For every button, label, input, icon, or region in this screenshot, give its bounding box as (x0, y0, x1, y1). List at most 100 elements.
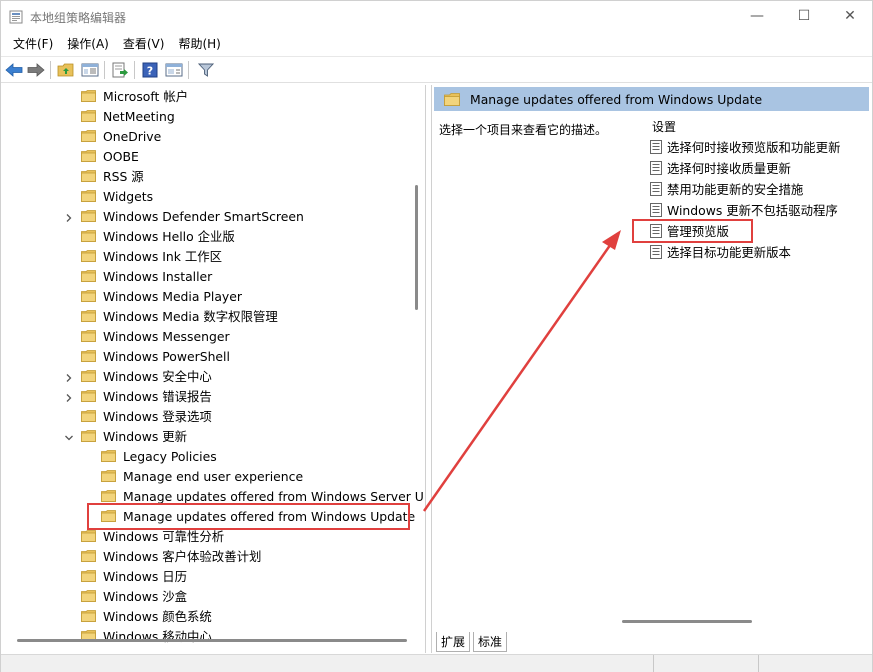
help-button[interactable]: ? (140, 60, 160, 80)
tree-expander[interactable] (64, 391, 74, 403)
tree-expander[interactable] (64, 211, 74, 223)
tree-item[interactable]: Manage end user experience (101, 466, 303, 486)
tree-expander[interactable] (64, 431, 74, 441)
setting-item[interactable]: 选择目标功能更新版本 (650, 242, 791, 262)
chevron-right-icon[interactable] (64, 373, 74, 383)
tree-item[interactable]: RSS 源 (81, 166, 144, 186)
chevron-right-icon[interactable] (64, 213, 74, 223)
window-title: 本地组策略编辑器 (30, 11, 127, 25)
tree-item-selected[interactable]: Manage updates offered from Windows Upda… (101, 506, 415, 526)
tree-item[interactable]: Microsoft 帐户 (81, 86, 188, 106)
tree-horizontal-scrollbar[interactable] (1, 633, 425, 647)
tree-item-label: Windows 沙盒 (103, 589, 188, 604)
minimize-icon: — (750, 8, 764, 24)
tree-horizontal-scroll-thumb[interactable] (17, 639, 407, 642)
tree-item[interactable]: Windows 客户体验改善计划 (81, 546, 261, 566)
tree-item[interactable]: Windows Media 数字权限管理 (81, 306, 278, 326)
toolbar-separator (50, 61, 51, 79)
tree-item[interactable]: Windows 更新 (65, 426, 188, 446)
setting-label: 选择目标功能更新版本 (667, 245, 791, 260)
tree-vertical-scrollbar[interactable] (411, 85, 421, 625)
tree-item[interactable]: Widgets (81, 186, 153, 206)
back-button[interactable] (4, 60, 24, 80)
policy-setting-icon (650, 245, 662, 259)
tree-item[interactable]: Windows Media Player (81, 286, 242, 306)
folder-icon (81, 370, 96, 382)
filter-button[interactable] (196, 60, 216, 80)
tree-item[interactable]: Windows 日历 (81, 566, 187, 586)
toolbar: ? (1, 56, 872, 83)
setting-item[interactable]: Windows 更新不包括驱动程序 (650, 200, 838, 220)
up-folder-button[interactable] (56, 60, 76, 80)
folder-icon (101, 470, 116, 482)
chevron-right-icon[interactable] (64, 393, 74, 403)
group-policy-editor-window: 本地组策略编辑器 — ☐ ✕ 文件(F) 操作(A) 查看(V) 帮助(H) ? (0, 0, 873, 672)
tree-item[interactable]: Manage updates offered from Windows Serv… (101, 486, 424, 506)
tree-item[interactable]: NetMeeting (81, 106, 175, 126)
menu-action[interactable]: 操作(A) (60, 34, 116, 54)
tree-item[interactable]: Windows Messenger (81, 326, 230, 346)
tree-item[interactable]: Windows PowerShell (81, 346, 230, 366)
tree-item-label: Windows Hello 企业版 (103, 229, 235, 244)
menu-help[interactable]: 帮助(H) (171, 34, 227, 54)
svg-text:?: ? (147, 65, 153, 78)
tree-item-label: Manage updates offered from Windows Serv… (123, 488, 424, 504)
export-list-button[interactable] (110, 60, 130, 80)
filter-icon (198, 63, 214, 77)
tree-item[interactable]: Windows 颜色系统 (81, 606, 212, 626)
forward-button[interactable] (26, 60, 46, 80)
status-divider (758, 655, 759, 672)
folder-icon (81, 530, 96, 542)
setting-item[interactable]: 禁用功能更新的安全措施 (650, 179, 803, 199)
tree-item-label: Windows Messenger (103, 328, 230, 344)
tree-item[interactable]: Windows Hello 企业版 (81, 226, 235, 246)
maximize-button[interactable]: ☐ (781, 1, 827, 31)
show-hide-tree-button[interactable] (80, 60, 100, 80)
setting-item[interactable]: 选择何时接收预览版和功能更新 (650, 137, 840, 157)
tree-item[interactable]: OOBE (81, 146, 139, 166)
menu-view[interactable]: 查看(V) (116, 34, 172, 54)
description-text: 选择一个项目来查看它的描述。 (439, 123, 608, 137)
details-horizontal-scroll-thumb[interactable] (622, 620, 752, 623)
tree-pane[interactable]: Microsoft 帐户 NetMeeting OneDrive OOBE RSS 源 W… (1, 85, 426, 653)
chevron-down-icon[interactable] (64, 433, 74, 443)
tree-item-label: Windows 更新 (103, 429, 188, 444)
tree-item[interactable]: Windows 可靠性分析 (81, 526, 224, 546)
view-tabs: 扩展 标准 (431, 632, 872, 653)
policy-setting-icon (650, 203, 662, 217)
tree-item-label: Windows 颜色系统 (103, 609, 212, 624)
maximize-icon: ☐ (797, 8, 811, 24)
setting-item[interactable]: 选择何时接收质量更新 (650, 158, 791, 178)
tree-item[interactable]: Legacy Policies (101, 446, 217, 466)
tree-item-label: Windows Ink 工作区 (103, 249, 223, 264)
tree-vertical-scroll-thumb[interactable] (415, 185, 418, 310)
tab-standard[interactable]: 标准 (473, 632, 508, 652)
folder-icon (101, 510, 116, 522)
properties-button[interactable] (164, 60, 184, 80)
tree-item-label: Windows 日历 (103, 569, 188, 584)
tree-item[interactable]: Windows 登录选项 (81, 406, 212, 426)
menu-file[interactable]: 文件(F) (6, 34, 60, 54)
close-button[interactable]: ✕ (827, 1, 873, 31)
tree-item[interactable]: Windows Installer (81, 266, 212, 286)
minimize-button[interactable]: — (734, 1, 780, 31)
tree-item[interactable]: Windows 错误报告 (66, 386, 212, 406)
tree-item-label: OneDrive (103, 128, 162, 144)
tree-item-label: Windows 可靠性分析 (103, 529, 225, 544)
status-divider (653, 655, 654, 672)
tree-item[interactable]: OneDrive (81, 126, 161, 146)
settings-column-header[interactable]: 设置 (652, 118, 676, 135)
policy-setting-icon (650, 161, 662, 175)
setting-item[interactable]: 管理预览版 (650, 221, 729, 241)
tree-item[interactable]: Windows 沙盒 (81, 586, 187, 606)
setting-label: 选择何时接收质量更新 (667, 161, 791, 176)
tree-item-label: Windows 错误报告 (103, 389, 212, 404)
back-arrow-icon (5, 63, 23, 77)
tree-item[interactable]: Windows Defender SmartScreen (66, 206, 304, 226)
tree-item-label: Windows 登录选项 (103, 409, 212, 424)
tree-item[interactable]: Windows 安全中心 (66, 366, 212, 386)
toolbar-separator (134, 61, 135, 79)
tree-expander[interactable] (64, 371, 74, 383)
tab-extended[interactable]: 扩展 (436, 632, 471, 652)
tree-item[interactable]: Windows Ink 工作区 (81, 246, 222, 266)
